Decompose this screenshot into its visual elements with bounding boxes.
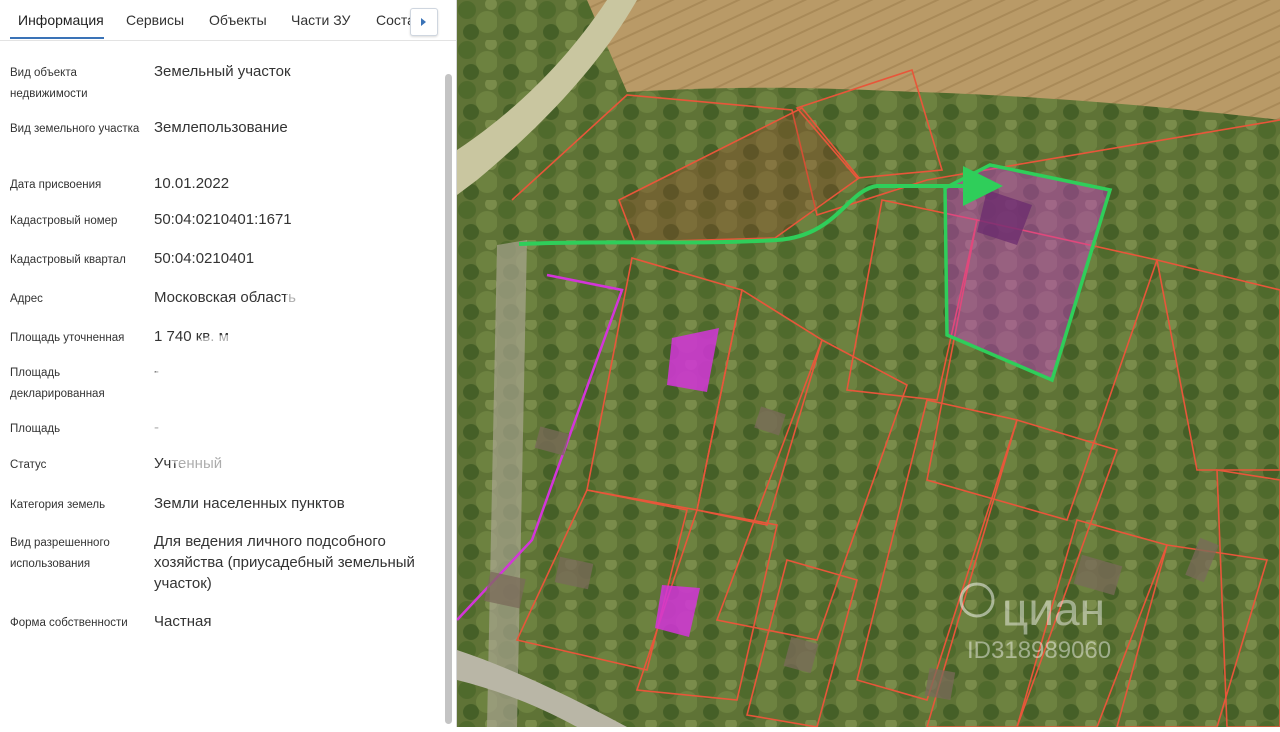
field-label: Площадь уточненная	[10, 332, 125, 344]
watermark-shape	[145, 335, 310, 480]
map-view[interactable]: циан ID318989060	[456, 0, 1280, 728]
field-label: Площадь	[10, 423, 61, 435]
satellite-map[interactable]: циан ID318989060	[456, 0, 1280, 728]
field-label: Кадастровый номер	[10, 215, 118, 227]
panel-scrollbar[interactable]	[443, 70, 453, 727]
field-label: Вид разрешенного использования	[10, 537, 110, 570]
tabs-scroll-right-button[interactable]	[410, 8, 438, 36]
watermark-shape	[285, 240, 415, 370]
watermark-shape	[318, 372, 418, 472]
field-value: 10.01.2022	[154, 175, 230, 192]
field-label: Статус	[10, 459, 47, 471]
field-label: Форма собственности	[10, 617, 128, 629]
field-label: Кадастровый квартал	[10, 254, 126, 266]
tab-information[interactable]: Информация	[18, 12, 104, 28]
field-value: Землепользование	[154, 119, 288, 136]
vegetation-area	[457, 0, 1280, 727]
field-label: Дата присвоения	[10, 179, 102, 191]
field-label: Вид объекта недвижимости	[10, 67, 88, 100]
chevron-right-icon	[421, 18, 426, 26]
info-panel: Информация Сервисы Объекты Части ЗУ Сост…	[0, 0, 457, 727]
field-label: Вид земельного участка	[10, 123, 140, 135]
field-value: Земли населенных пунктов	[154, 495, 345, 512]
tab-services[interactable]: Сервисы	[126, 12, 184, 28]
active-tab-indicator	[10, 37, 104, 39]
watermark-id: ID318989060	[967, 637, 1111, 664]
field-label: Категория земель	[10, 499, 106, 511]
field-value: Земельный участок	[154, 63, 291, 80]
scrollbar-thumb[interactable]	[445, 74, 452, 724]
field-value: Для ведения личного подсобного хозяйства…	[154, 533, 415, 592]
tab-objects[interactable]: Объекты	[209, 12, 267, 28]
field-value: Частная	[154, 613, 212, 630]
tab-parcel-parts[interactable]: Части ЗУ	[291, 12, 350, 28]
watermark-brand: циан	[1002, 583, 1105, 635]
field-label: Адрес	[10, 293, 43, 305]
tab-bar: Информация Сервисы Объекты Части ЗУ Сост…	[0, 0, 456, 41]
field-label: Площадь декларированная	[10, 367, 105, 400]
field-value: 50:04:0210401:1671	[154, 211, 292, 228]
